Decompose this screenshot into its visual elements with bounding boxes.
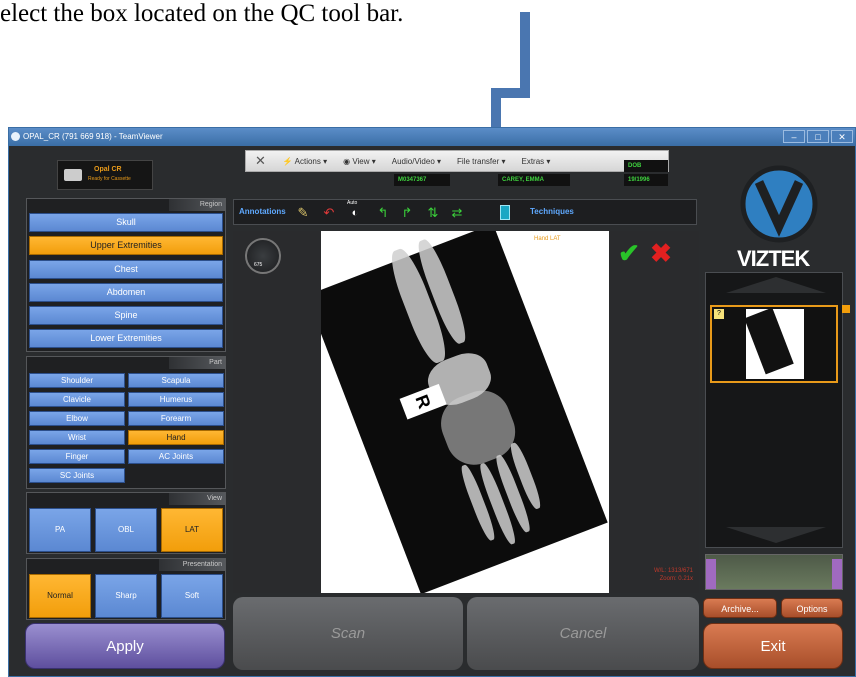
- part-finger-button[interactable]: Finger: [29, 449, 125, 464]
- patient-name: CAREY, EMMA: [498, 174, 570, 186]
- auto-label: Auto: [347, 200, 358, 206]
- brand-name: VIZTEK: [737, 246, 810, 272]
- auto-contrast-icon[interactable]: ◐: [346, 204, 364, 222]
- presentation-panel: Presentation Normal Sharp Soft: [26, 558, 226, 620]
- teamviewer-toolbar: ✕ ⚡ Actions ▾ ◉ View ▾ Audio/Video ▾ Fil…: [245, 150, 669, 172]
- view-pa-button[interactable]: PA: [29, 508, 91, 552]
- device-status: Opal CR Ready for Cassette: [57, 160, 153, 190]
- options-button[interactable]: Options: [781, 598, 843, 618]
- xray-image[interactable]: R Hand LAT: [321, 231, 609, 593]
- patient-dob: 19/1996: [624, 174, 668, 186]
- tv-audio-video-menu[interactable]: Audio/Video ▾: [384, 157, 449, 166]
- exposure-gauge-icon: 675: [245, 238, 281, 274]
- part-shoulder-button[interactable]: Shoulder: [29, 373, 125, 388]
- rotate-left-icon[interactable]: ↰: [374, 204, 392, 222]
- pending-note-icon: ?: [714, 309, 724, 319]
- part-humerus-button[interactable]: Humerus: [128, 392, 224, 407]
- part-panel: Part Shoulder Scapula Clavicle Humerus E…: [26, 356, 226, 489]
- thumbnail-image: [746, 309, 804, 379]
- part-sc-joints-button[interactable]: SC Joints: [29, 468, 125, 483]
- region-lower-extremities-button[interactable]: Lower Extremities: [29, 329, 223, 348]
- teamviewer-icon: [11, 132, 20, 141]
- window-titlebar: OPAL_CR (791 669 918) - TeamViewer – □ ✕: [9, 128, 855, 146]
- qc-toolbar: Annotations ✎ ↶ ◐ Auto ↰ ↱ ⇅ ⇄ Technique…: [233, 199, 697, 225]
- thumbnail-film: [746, 309, 794, 375]
- thumbnail-strip: ?: [705, 272, 850, 548]
- techniques-label[interactable]: Techniques: [530, 207, 574, 216]
- window-title: OPAL_CR (791 669 918) - TeamViewer: [23, 132, 163, 141]
- side-marker: R: [399, 383, 447, 420]
- region-chest-button[interactable]: Chest: [29, 260, 223, 279]
- pointer-arrow-shaft-top: [520, 12, 530, 98]
- maximize-button[interactable]: □: [807, 130, 829, 143]
- undo-red-arrow-icon[interactable]: ↶: [320, 204, 338, 222]
- annotation-pen-icon[interactable]: ✎: [294, 204, 312, 222]
- tv-view-menu[interactable]: ◉ View ▾: [335, 157, 384, 166]
- region-skull-button[interactable]: Skull: [29, 213, 223, 232]
- window-level-readout: W/L: 1313/671 Zoom: 0.21x: [654, 567, 693, 583]
- image-label: Hand LAT: [534, 236, 561, 242]
- minimize-button[interactable]: –: [783, 130, 805, 143]
- region-header: Region: [169, 199, 225, 211]
- part-wrist-button[interactable]: Wrist: [29, 430, 125, 445]
- brand-text: VIZTEK: [737, 246, 810, 271]
- close-window-button[interactable]: ✕: [831, 130, 853, 143]
- window-controls: – □ ✕: [783, 130, 853, 143]
- part-ac-joints-button[interactable]: AC Joints: [128, 449, 224, 464]
- wl-value: W/L: 1313/671: [653, 568, 693, 574]
- accept-check-icon[interactable]: ✔: [614, 238, 644, 268]
- cr-device-icon: [64, 169, 82, 181]
- apply-button[interactable]: Apply: [25, 623, 225, 669]
- archive-button[interactable]: Archive...: [703, 598, 777, 618]
- patient-id: M0347367: [394, 174, 450, 186]
- zoom-value: Zoom: 0.21x: [659, 576, 693, 582]
- instruction-caption: elect the box located on the QC tool bar…: [0, 0, 404, 27]
- part-hand-button[interactable]: Hand: [128, 430, 224, 445]
- scroll-up-arrow-icon[interactable]: [726, 277, 826, 293]
- part-forearm-button[interactable]: Forearm: [128, 411, 224, 426]
- tv-actions-menu[interactable]: ⚡ Actions ▾: [275, 157, 335, 166]
- region-panel: Region Skull Upper Extremities Chest Abd…: [26, 198, 226, 352]
- xray-film: R: [321, 231, 608, 593]
- annotations-label: Annotations: [239, 207, 286, 216]
- exposure-index: 675: [254, 262, 263, 268]
- exit-button[interactable]: Exit: [703, 623, 843, 669]
- view-panel: View PA OBL LAT: [26, 492, 226, 554]
- presentation-header: Presentation: [159, 559, 225, 571]
- tv-close-button[interactable]: ✕: [246, 153, 275, 169]
- tv-file-transfer-menu[interactable]: File transfer ▾: [449, 157, 513, 166]
- image-thumbnail[interactable]: ?: [710, 305, 838, 383]
- rotate-right-icon[interactable]: ↱: [398, 204, 416, 222]
- presentation-normal-button[interactable]: Normal: [29, 574, 91, 618]
- view-header: View: [169, 493, 225, 505]
- flip-horizontal-icon[interactable]: ⇄: [448, 204, 466, 222]
- flip-vertical-icon[interactable]: ⇅: [424, 204, 442, 222]
- scroll-down-arrow-icon[interactable]: [726, 527, 826, 543]
- image-viewer[interactable]: 675 R Hand LAT ✔ ✖ W/L: 1313/671 Zoom: 0…: [233, 231, 699, 593]
- reject-x-icon[interactable]: ✖: [646, 238, 676, 268]
- qc-box-icon[interactable]: [500, 205, 510, 220]
- app-window: OPAL_CR (791 669 918) - TeamViewer – □ ✕…: [8, 127, 856, 677]
- region-spine-button[interactable]: Spine: [29, 306, 223, 325]
- device-status-text: Ready for Cassette: [88, 176, 131, 182]
- part-scapula-button[interactable]: Scapula: [128, 373, 224, 388]
- histogram: [705, 554, 843, 590]
- presentation-soft-button[interactable]: Soft: [161, 574, 223, 618]
- view-lat-button[interactable]: LAT: [161, 508, 223, 552]
- histogram-left-peak: [706, 559, 716, 589]
- scan-button[interactable]: Scan: [233, 597, 463, 670]
- part-elbow-button[interactable]: Elbow: [29, 411, 125, 426]
- part-header: Part: [169, 357, 225, 369]
- dob-label: DOB: [624, 160, 668, 172]
- cancel-button[interactable]: Cancel: [467, 597, 699, 670]
- tv-extras-menu[interactable]: Extras ▾: [514, 157, 559, 166]
- region-abdomen-button[interactable]: Abdomen: [29, 283, 223, 302]
- device-name: Opal CR: [94, 166, 122, 173]
- histogram-right-peak: [832, 559, 842, 589]
- part-clavicle-button[interactable]: Clavicle: [29, 392, 125, 407]
- region-upper-extremities-button[interactable]: Upper Extremities: [29, 236, 223, 255]
- view-obl-button[interactable]: OBL: [95, 508, 157, 552]
- thumbnail-flag-icon: [842, 305, 850, 313]
- presentation-sharp-button[interactable]: Sharp: [95, 574, 157, 618]
